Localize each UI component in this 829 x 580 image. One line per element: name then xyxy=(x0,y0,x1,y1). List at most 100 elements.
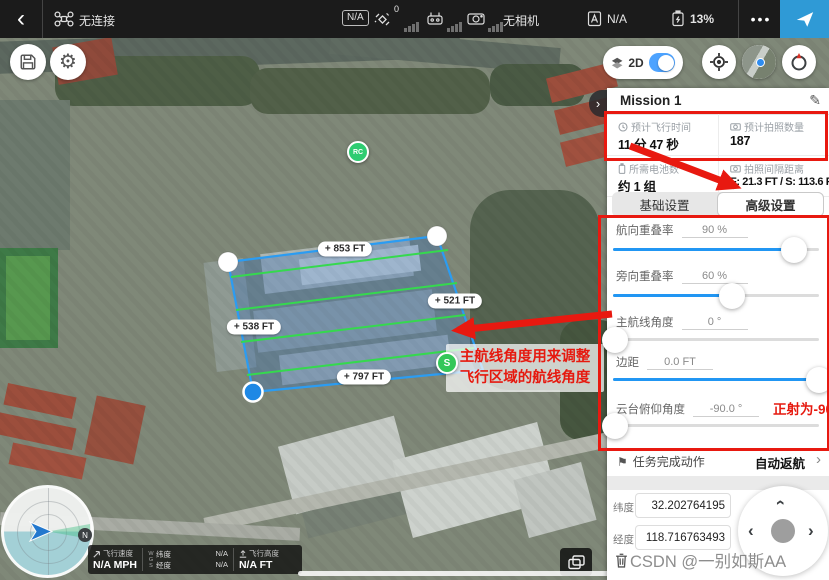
polygon-corner-handle[interactable] xyxy=(427,226,447,246)
nudge-left-button[interactable]: ‹ xyxy=(748,522,754,539)
battery-percent: 13% xyxy=(690,12,714,26)
gear-icon: ⚙ xyxy=(59,52,77,72)
2d-toggle[interactable] xyxy=(649,53,675,72)
status-bar: ‹ 无连接 N/A 0 无相机 N/A 13% xyxy=(0,0,829,38)
trash-icon xyxy=(615,553,628,568)
stat-photo-interval: 拍照间隔距离 F: 21.3 FT / S: 113.6 FT xyxy=(719,156,829,197)
connection-status: 无连接 xyxy=(79,12,115,29)
slider-handle[interactable] xyxy=(781,237,807,263)
battery-icon xyxy=(618,163,626,174)
dji-mission-app: + 853 FT + 521 FT + 538 FT + 797 FT RC S… xyxy=(0,0,829,580)
minimap-toggle-button[interactable] xyxy=(742,45,776,79)
home-indicator[interactable] xyxy=(298,571,628,576)
longitude-input[interactable]: 118.716763493 xyxy=(635,525,731,550)
save-mission-button[interactable] xyxy=(10,44,46,80)
settings-tabbar: 基础设置 高级设置 xyxy=(612,192,824,217)
edge-distance-label-top: + 853 FT xyxy=(318,242,372,257)
mission-settings-panel: › Mission 1 ✎ 预计飞行时间 11 分 47 秒 预计拍照数量 18… xyxy=(607,88,829,580)
slider-row-side-overlap: 旁向重叠率60 % xyxy=(607,268,829,284)
route-angle-slider[interactable] xyxy=(613,338,819,341)
mission-title: Mission 1 xyxy=(620,93,682,108)
camera-icon xyxy=(730,164,741,173)
slider-handle[interactable] xyxy=(806,367,829,393)
aircraft-battery-icon xyxy=(671,10,685,27)
more-options-button[interactable]: ••• xyxy=(744,0,778,38)
settings-button[interactable]: ⚙ xyxy=(50,44,86,80)
stat-battery-count: 所需电池数 约 1 组 xyxy=(607,156,717,197)
gps-readout: WGS 纬度N/A 经度N/A xyxy=(143,545,233,574)
panel-collapse-tab[interactable]: › xyxy=(589,90,607,117)
tab-advanced-settings[interactable]: 高级设置 xyxy=(717,192,824,217)
edge-distance-label-bottom: + 797 FT xyxy=(337,370,391,385)
slider-handle[interactable] xyxy=(602,327,628,353)
chevron-right-icon: › xyxy=(816,451,821,468)
edge-distance-label-right: + 521 FT xyxy=(428,294,482,309)
stat-photo-count: 预计拍照数量 187 xyxy=(719,114,829,155)
altitude-readout: 飞行高度 N/A FT xyxy=(234,545,284,574)
margin-value[interactable]: 0.0 FT xyxy=(647,356,713,370)
slider-row-route-angle: 主航线角度0 ° xyxy=(607,314,829,330)
takeoff-button[interactable] xyxy=(780,0,829,38)
satellite-count: 0 xyxy=(394,4,399,14)
rc-signal-bars xyxy=(447,22,462,32)
airplane-icon xyxy=(795,9,815,29)
minimap-thumbnail xyxy=(742,45,776,79)
north-badge: N xyxy=(78,528,92,542)
margin-slider[interactable] xyxy=(613,378,819,381)
speed-icon xyxy=(93,550,101,558)
drone-icon xyxy=(54,11,74,27)
wgs-label: WGS xyxy=(148,551,154,569)
map-mode-label: 2D xyxy=(628,56,643,70)
polygon-corner-handle[interactable] xyxy=(218,252,238,272)
polygon-corner-handle-selected[interactable] xyxy=(244,383,263,402)
locate-button[interactable] xyxy=(702,45,736,79)
back-button[interactable]: ‹ xyxy=(6,3,36,35)
layers-stack-icon xyxy=(568,555,585,570)
layers-icon xyxy=(611,56,623,70)
toggle-knob xyxy=(658,55,674,71)
nudge-center-button[interactable] xyxy=(771,519,795,543)
altitude-icon xyxy=(239,550,247,558)
stat-flight-time: 预计飞行时间 11 分 47 秒 xyxy=(607,114,717,155)
side-overlap-slider[interactable] xyxy=(613,294,819,297)
clock-icon xyxy=(618,122,628,132)
tab-basic-settings[interactable]: 基础设置 xyxy=(612,192,717,217)
nudge-up-button[interactable]: › xyxy=(770,500,787,506)
slider-handle[interactable] xyxy=(602,413,628,439)
chevron-right-icon: › xyxy=(596,96,600,111)
side-overlap-value[interactable]: 60 % xyxy=(682,270,748,284)
satellite-icon xyxy=(374,11,391,27)
csdn-watermark: CSDN @一别如斯AA xyxy=(615,548,786,572)
annotation-note: 主航线角度用来调整 飞行区域的航线角度 xyxy=(446,344,604,392)
telemetry-bar: 飞行速度 N/A MPH WGS 纬度N/A 经度N/A 飞行高度 N/A FT xyxy=(88,545,302,574)
course-overlap-value[interactable]: 90 % xyxy=(682,224,748,238)
edge-distance-label-left: + 538 FT xyxy=(227,320,281,335)
camera-icon xyxy=(730,122,741,131)
route-angle-value[interactable]: 0 ° xyxy=(682,316,748,330)
slider-row-gimbal-pitch: 云台俯仰角度-90.0 °正射为-90° xyxy=(607,398,829,417)
slider-row-course-overlap: 航向重叠率90 % xyxy=(607,222,829,238)
crosshair-icon xyxy=(709,52,729,72)
map-mode-control[interactable]: 2D xyxy=(603,46,683,79)
speed-readout: 飞行速度 N/A MPH xyxy=(88,545,142,574)
course-overlap-slider[interactable] xyxy=(613,248,819,251)
gimbal-pitch-slider[interactable] xyxy=(613,424,819,427)
slider-row-margin: 边距0.0 FT xyxy=(607,354,829,370)
finish-action-row[interactable]: ⚑任务完成动作 自动返航 › xyxy=(607,450,829,474)
gps-mode-badge: N/A xyxy=(342,10,369,26)
nudge-right-button[interactable]: › xyxy=(808,522,814,539)
compass-icon xyxy=(789,52,809,72)
compass-reset-button[interactable] xyxy=(782,45,816,79)
chevron-left-icon: ‹ xyxy=(17,5,25,33)
camera-link-icon xyxy=(467,12,485,25)
save-icon xyxy=(19,53,37,71)
camera-status: 无相机 xyxy=(503,12,539,29)
flight-mode-icon xyxy=(587,10,602,27)
camera-signal-bars xyxy=(488,22,503,32)
remote-controller-icon xyxy=(426,11,444,25)
edit-mission-icon[interactable]: ✎ xyxy=(809,92,821,109)
latitude-input[interactable]: 32.202764195 xyxy=(635,493,731,518)
gimbal-pitch-value[interactable]: -90.0 ° xyxy=(693,403,759,417)
gimbal-annotation-note: 正射为-90° xyxy=(773,398,829,418)
slider-handle[interactable] xyxy=(719,283,745,309)
